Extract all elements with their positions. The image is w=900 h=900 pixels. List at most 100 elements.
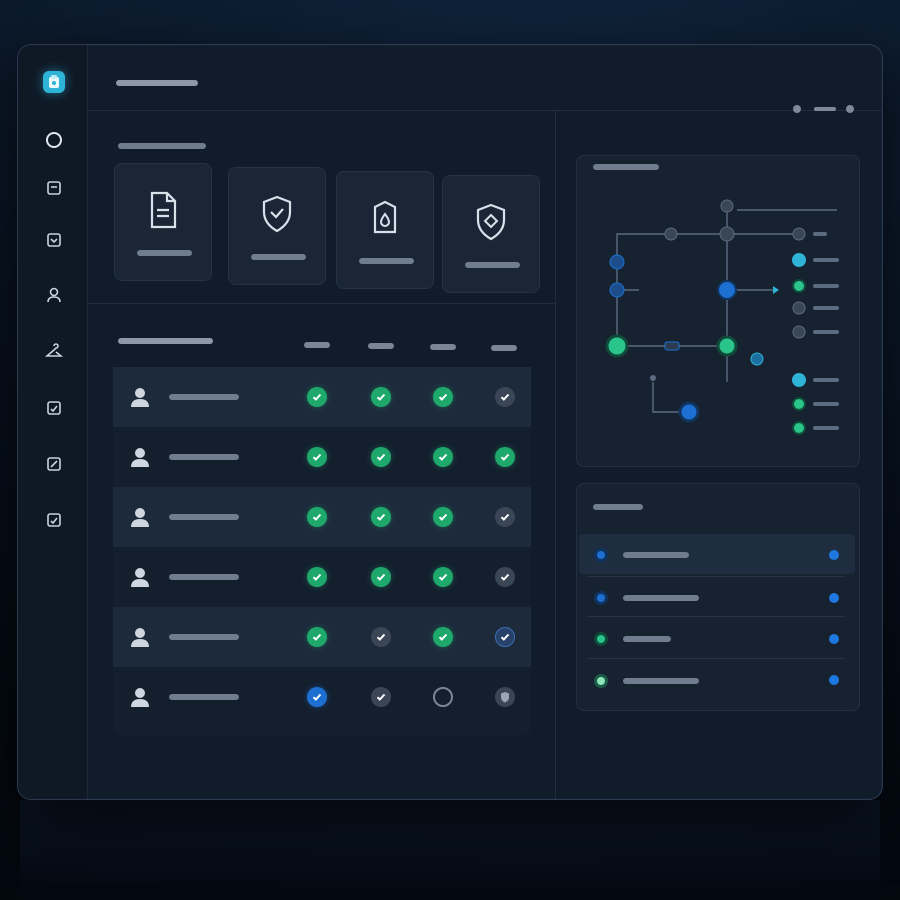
minimize-button[interactable] [814, 107, 836, 111]
table-title [118, 338, 213, 344]
permission-checkbox[interactable] [495, 387, 515, 407]
user-name [169, 574, 239, 580]
permission-checkbox[interactable] [371, 687, 391, 707]
permission-checkbox[interactable] [495, 447, 515, 467]
panel-title [593, 504, 643, 510]
user-icon [131, 628, 149, 647]
user-name [169, 454, 239, 460]
status-dot-icon [594, 632, 608, 646]
circle-icon[interactable] [42, 128, 66, 152]
top-bar [88, 45, 882, 113]
user-name [169, 634, 239, 640]
permission-checkbox[interactable] [307, 687, 327, 707]
permission-checkbox[interactable] [307, 387, 327, 407]
table-row[interactable] [113, 607, 531, 667]
category-card-documents[interactable] [114, 163, 212, 281]
list-item-label [623, 678, 699, 684]
permission-checkbox[interactable] [433, 687, 453, 707]
list-divider [587, 576, 845, 577]
checkbox-icon[interactable] [42, 508, 66, 532]
permission-checkbox[interactable] [495, 507, 515, 527]
document-icon [150, 191, 177, 229]
users-icon[interactable] [42, 283, 66, 307]
permission-checkbox[interactable] [433, 567, 453, 587]
user-name [169, 514, 239, 520]
category-card-security[interactable] [228, 167, 326, 285]
permission-checkbox[interactable] [371, 387, 391, 407]
list-item[interactable] [579, 618, 855, 658]
permission-checkbox[interactable] [307, 567, 327, 587]
user-icon [131, 508, 149, 527]
indicator-dot-icon [829, 593, 839, 603]
permissions-table [113, 367, 531, 735]
category-card-policies[interactable] [442, 175, 540, 293]
column-header[interactable] [368, 343, 394, 349]
window-control-icon[interactable] [846, 105, 854, 113]
hanger-icon[interactable] [42, 339, 66, 363]
permission-checkbox[interactable] [371, 447, 391, 467]
app-window [17, 44, 883, 800]
permission-checkbox[interactable] [433, 387, 453, 407]
permission-checkbox[interactable] [433, 507, 453, 527]
column-header[interactable] [304, 342, 330, 348]
list-divider [587, 658, 845, 659]
list-divider [587, 616, 845, 617]
permission-checkbox[interactable] [371, 567, 391, 587]
download-icon[interactable] [42, 228, 66, 252]
permission-checkbox[interactable] [495, 687, 515, 707]
card-label [465, 262, 520, 268]
table-row[interactable] [113, 427, 531, 487]
page-title [116, 80, 198, 86]
status-dot-icon [594, 674, 608, 688]
lock-drop-icon [373, 200, 397, 234]
desk-reflection [20, 800, 880, 900]
checkbox-icon[interactable] [42, 396, 66, 420]
panel-divider [555, 111, 556, 799]
shield-diamond-icon [476, 203, 506, 241]
permission-checkbox[interactable] [495, 567, 515, 587]
indicator-dot-icon [829, 550, 839, 560]
table-row[interactable] [113, 547, 531, 607]
list-item-label [623, 552, 689, 558]
list-item[interactable] [579, 578, 855, 618]
sidebar [18, 45, 88, 799]
user-icon [131, 448, 149, 467]
folder-icon[interactable] [42, 176, 66, 200]
indicator-dot-icon [829, 634, 839, 644]
access-graph[interactable] [577, 156, 861, 468]
list-item[interactable] [579, 660, 855, 700]
card-label [359, 258, 414, 264]
permission-checkbox[interactable] [307, 507, 327, 527]
permission-checkbox[interactable] [495, 627, 515, 647]
list-item-label [623, 636, 671, 642]
list-item[interactable] [579, 534, 855, 574]
table-row[interactable] [113, 667, 531, 727]
card-label [251, 254, 306, 260]
permission-checkbox[interactable] [307, 447, 327, 467]
user-icon [131, 688, 149, 707]
table-row[interactable] [113, 367, 531, 427]
access-graph-panel [576, 155, 860, 467]
permission-checkbox[interactable] [433, 627, 453, 647]
status-dot-icon [793, 105, 801, 113]
list-item-label [623, 595, 699, 601]
category-card-access[interactable] [336, 171, 434, 289]
app-logo-icon[interactable] [43, 71, 65, 93]
permission-checkbox[interactable] [371, 507, 391, 527]
status-list-panel [576, 483, 860, 711]
permission-checkbox[interactable] [307, 627, 327, 647]
user-icon [131, 388, 149, 407]
column-header[interactable] [491, 345, 517, 351]
permission-checkbox[interactable] [371, 627, 391, 647]
status-dot-icon [594, 591, 608, 605]
edit-icon[interactable] [42, 452, 66, 476]
user-name [169, 694, 239, 700]
table-row[interactable] [113, 487, 531, 547]
section-heading [118, 143, 206, 149]
column-header[interactable] [430, 344, 456, 350]
user-name [169, 394, 239, 400]
shield-check-icon [262, 195, 292, 233]
section-divider [88, 303, 555, 304]
permission-checkbox[interactable] [433, 447, 453, 467]
indicator-dot-icon [829, 675, 839, 685]
